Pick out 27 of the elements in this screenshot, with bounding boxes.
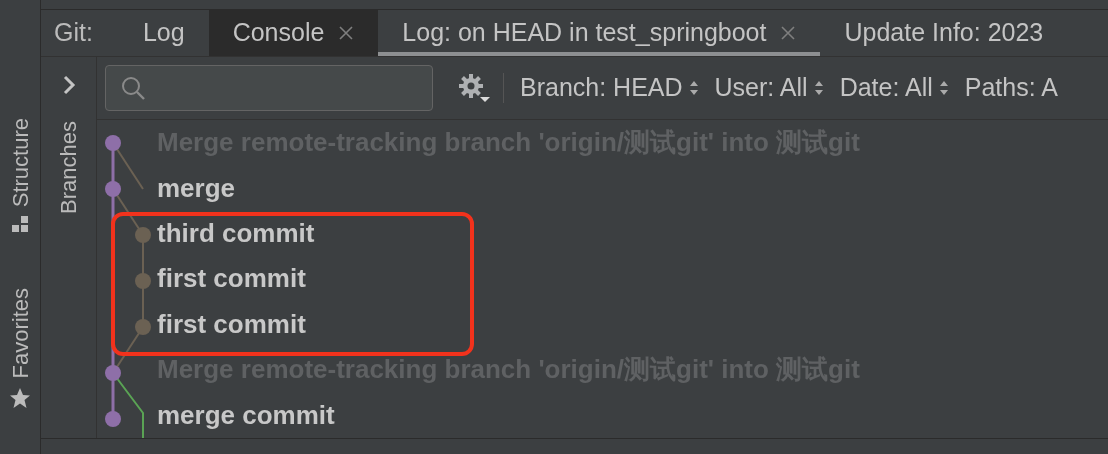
search-field[interactable]: [105, 65, 433, 111]
filter-dropdown[interactable]: Branch: HEAD: [520, 69, 699, 107]
commit-message[interactable]: third commit: [157, 210, 860, 257]
tab[interactable]: Console: [208, 10, 379, 56]
tab[interactable]: Log: on HEAD in test_springboot: [378, 10, 821, 56]
expand-button[interactable]: [61, 75, 76, 95]
tool-window-tab[interactable]: Structure: [3, 118, 37, 208]
search-icon: [120, 75, 146, 101]
close-icon[interactable]: [780, 25, 797, 41]
filter-dropdown[interactable]: Paths: A: [964, 69, 1058, 107]
tabs-label: Git:: [53, 17, 94, 49]
sort-icon: [938, 79, 949, 97]
star-icon: [9, 386, 31, 409]
commit-message[interactable]: merge commit: [157, 392, 860, 438]
tool-window-tab[interactable]: Branches: [52, 121, 85, 214]
sort-icon: [688, 79, 699, 97]
commit-message[interactable]: first commit: [157, 301, 860, 348]
tool-window-tab[interactable]: Favorites: [3, 288, 37, 379]
filter-dropdown[interactable]: Date: All: [839, 69, 949, 107]
tab[interactable]: Log: [118, 10, 209, 56]
tab[interactable]: Update Info: 2023: [820, 10, 1068, 56]
filter-dropdown[interactable]: User: All: [714, 69, 824, 107]
sort-icon: [813, 79, 824, 97]
close-icon[interactable]: [338, 25, 355, 41]
commit-message[interactable]: first commit: [157, 256, 860, 302]
grid-icon: [11, 215, 29, 234]
commit-message[interactable]: merge: [157, 165, 860, 211]
